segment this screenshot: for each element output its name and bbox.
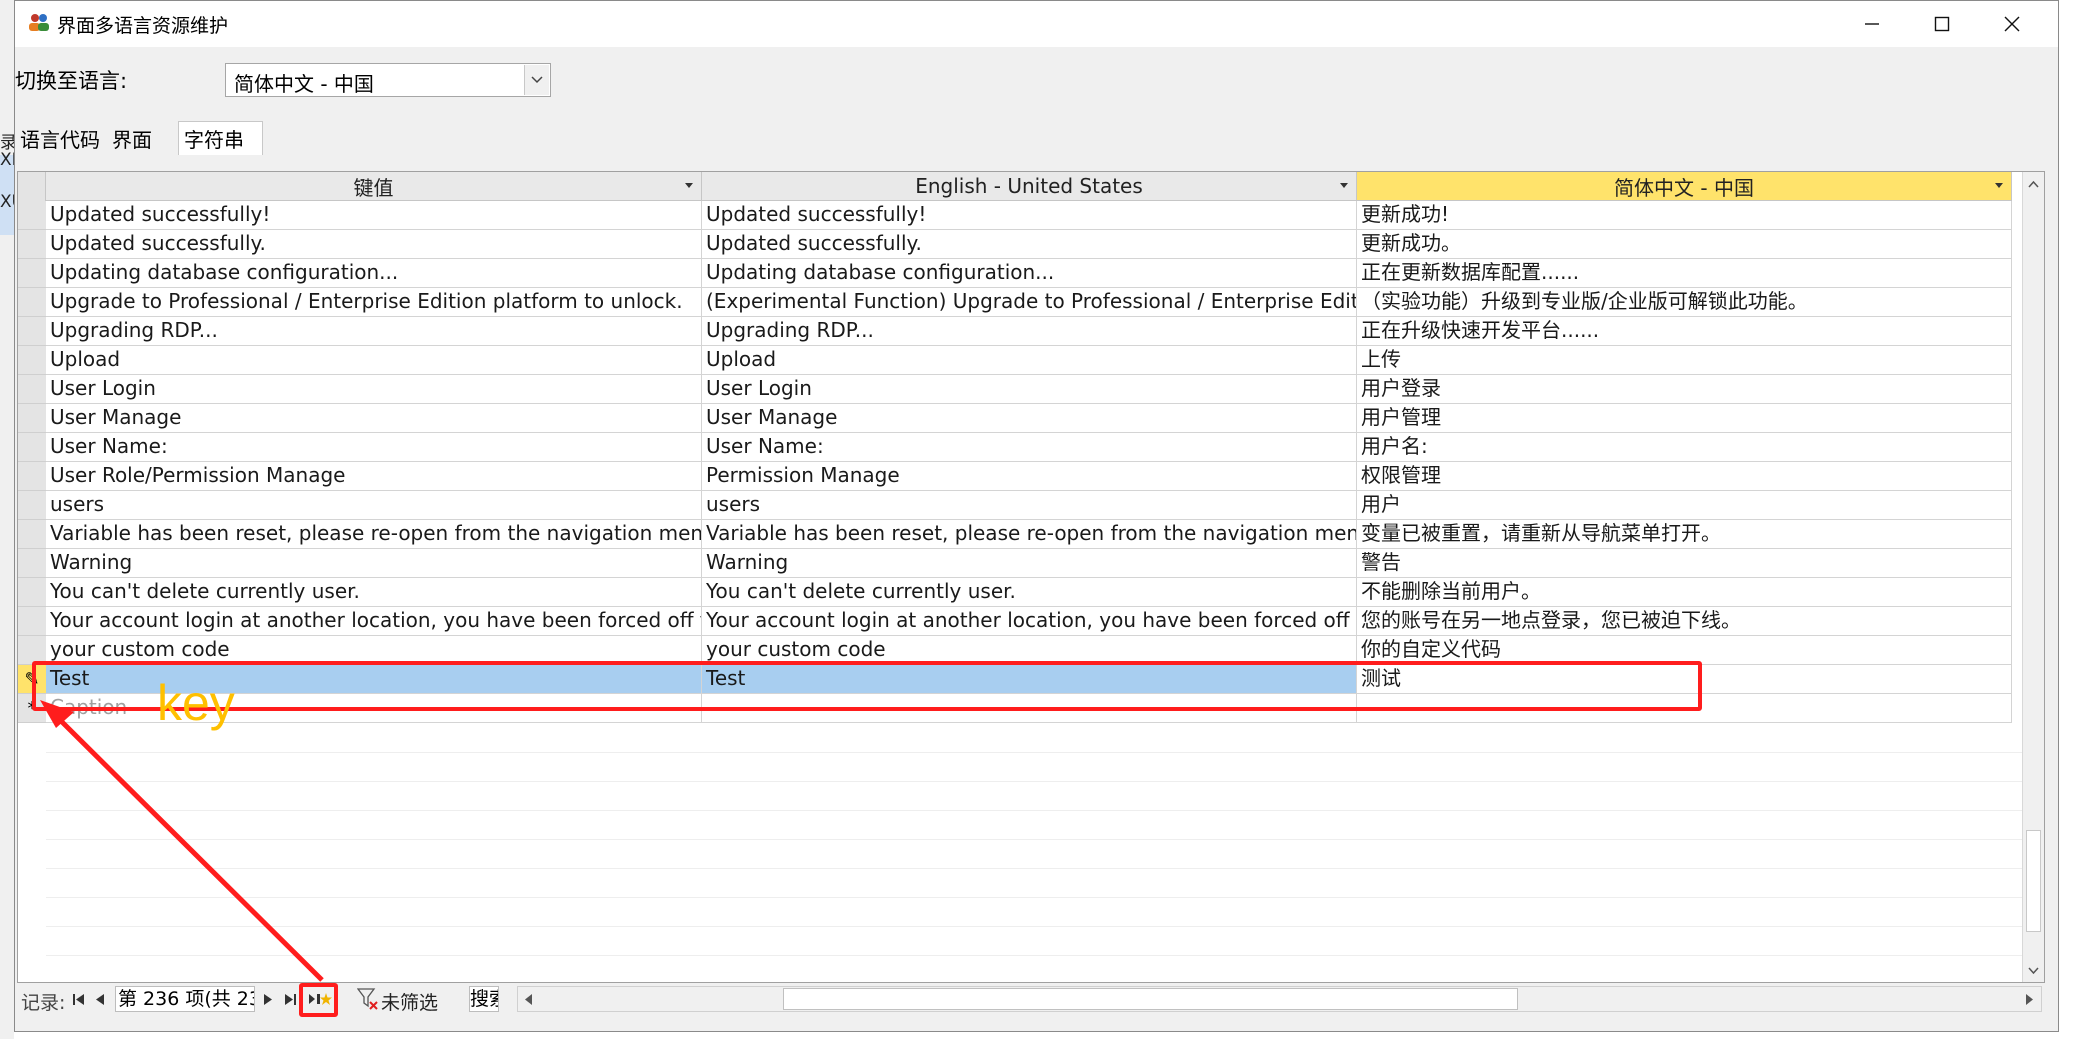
annotation-key-label: key <box>157 675 235 731</box>
annotation-arrow <box>40 700 324 982</box>
